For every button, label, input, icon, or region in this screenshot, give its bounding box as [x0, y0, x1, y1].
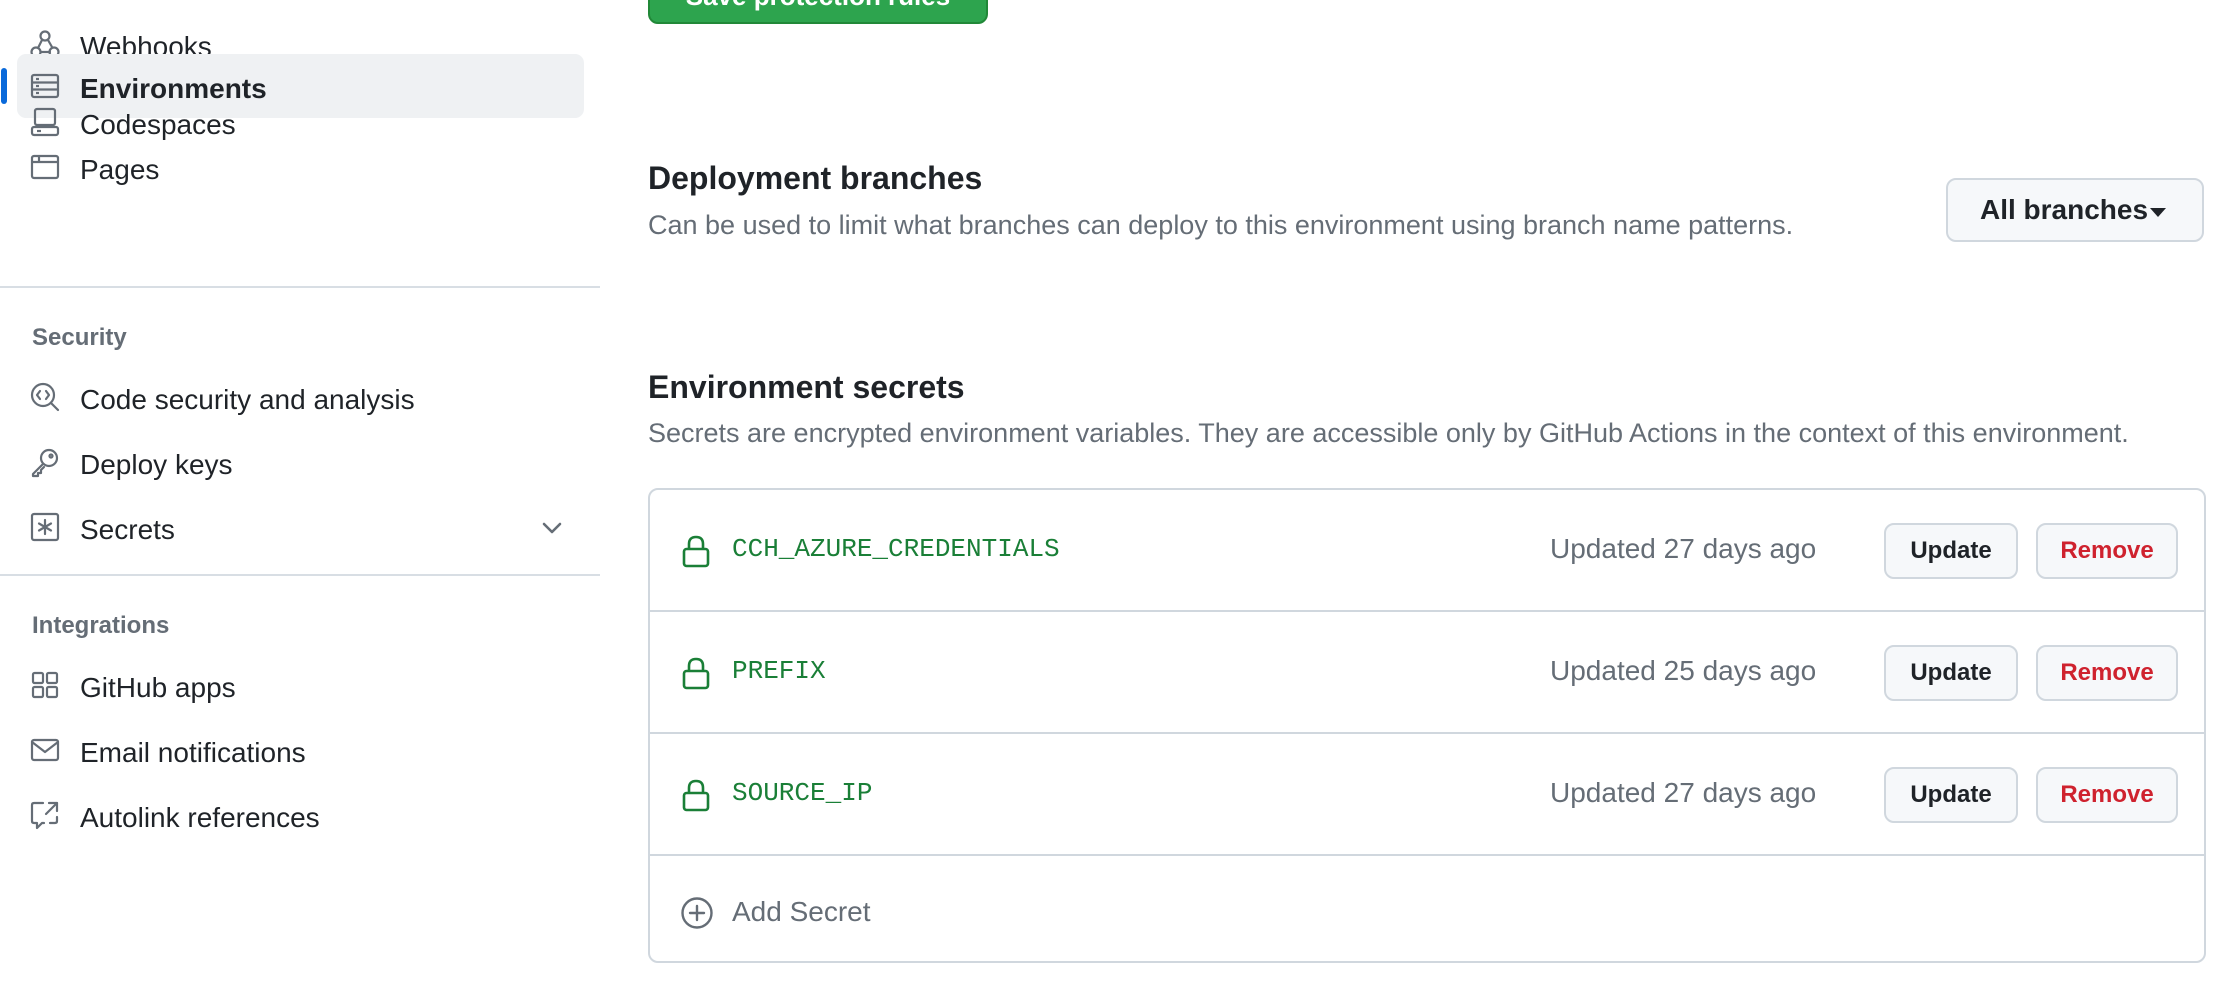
codespaces-icon	[29, 106, 61, 138]
sidebar-item-deploy-keys[interactable]: Deploy keys	[17, 430, 584, 494]
sidebar-item-label: Autolink references	[80, 802, 320, 833]
lock-icon	[682, 535, 710, 568]
remove-secret-button[interactable]: Remove	[2036, 645, 2178, 701]
sidebar-item-autolink-references[interactable]: Autolink references	[17, 783, 584, 847]
environment-secrets-description: Secrets are encrypted environment variab…	[648, 418, 2129, 448]
caret-down-icon	[2150, 208, 2166, 217]
chevron-down-icon[interactable]	[537, 513, 567, 543]
lock-icon	[682, 657, 710, 690]
codescan-icon	[29, 381, 61, 413]
environment-secrets-heading: Environment secrets	[648, 369, 965, 405]
sidebar-divider	[0, 574, 600, 576]
dropdown-selected-value: All branches	[1980, 194, 2149, 225]
sidebar-item-code-security[interactable]: Code security and analysis	[17, 365, 584, 429]
sidebar-section-heading-integrations: Integrations	[32, 612, 170, 639]
sidebar-item-github-apps[interactable]: GitHub apps	[17, 653, 584, 717]
secret-row: CCH_AZURE_CREDENTIALS Updated 27 days ag…	[650, 490, 2204, 612]
save-protection-rules-button[interactable]: Save protection rules	[648, 0, 988, 24]
secret-row: SOURCE_IP Updated 27 days ago Update Rem…	[650, 734, 2204, 856]
deployment-branches-description: Can be used to limit what branches can d…	[648, 210, 1794, 240]
secret-name: CCH_AZURE_CREDENTIALS	[732, 534, 1060, 564]
sidebar-item-label: Email notifications	[80, 737, 306, 768]
plus-circle-icon	[681, 897, 713, 929]
secrets-list: CCH_AZURE_CREDENTIALS Updated 27 days ag…	[648, 488, 2206, 963]
secret-updated-time: Updated 25 days ago	[1550, 655, 1817, 686]
secret-name: PREFIX	[732, 656, 826, 686]
sidebar-item-email-notifications[interactable]: Email notifications	[17, 718, 584, 782]
add-secret-label: Add Secret	[732, 896, 871, 927]
remove-secret-button[interactable]: Remove	[2036, 523, 2178, 579]
secret-row: PREFIX Updated 25 days ago Update Remove	[650, 612, 2204, 734]
update-secret-button[interactable]: Update	[1884, 523, 2018, 579]
lock-icon	[682, 779, 710, 812]
update-secret-button[interactable]: Update	[1884, 645, 2018, 701]
update-secret-button[interactable]: Update	[1884, 767, 2018, 823]
apps-icon	[29, 669, 61, 701]
remove-secret-button[interactable]: Remove	[2036, 767, 2178, 823]
secret-updated-time: Updated 27 days ago	[1550, 533, 1817, 564]
sidebar-item-label: Deploy keys	[80, 449, 233, 480]
sidebar-item-label: Secrets	[80, 514, 175, 545]
add-secret-button[interactable]: Add Secret	[650, 856, 2204, 961]
sidebar-divider	[0, 286, 600, 288]
sidebar-item-label: Code security and analysis	[80, 384, 415, 415]
secret-updated-time: Updated 27 days ago	[1550, 777, 1817, 808]
browser-icon	[29, 151, 61, 183]
environment-settings-main: Save protection rules Deployment branche…	[648, 0, 2208, 990]
sidebar-item-label: GitHub apps	[80, 672, 236, 703]
key-asterisk-icon	[29, 511, 61, 543]
sidebar-section-heading-security: Security	[32, 324, 127, 351]
key-icon	[29, 446, 61, 478]
deployment-branches-heading: Deployment branches	[648, 160, 983, 196]
mail-icon	[29, 734, 61, 766]
sidebar-item-label: Pages	[80, 154, 160, 185]
sidebar-item-secrets[interactable]: Secrets	[17, 495, 584, 559]
sidebar-item-pages[interactable]: Pages	[17, 135, 584, 199]
deployment-branches-dropdown[interactable]: All branches	[1946, 178, 2204, 242]
secret-name: SOURCE_IP	[732, 778, 873, 808]
settings-page: Webhooks Environments Codespaces Pages S…	[0, 0, 2228, 990]
settings-sidebar: Webhooks Environments Codespaces Pages S…	[0, 0, 600, 990]
cross-reference-icon	[29, 799, 61, 831]
